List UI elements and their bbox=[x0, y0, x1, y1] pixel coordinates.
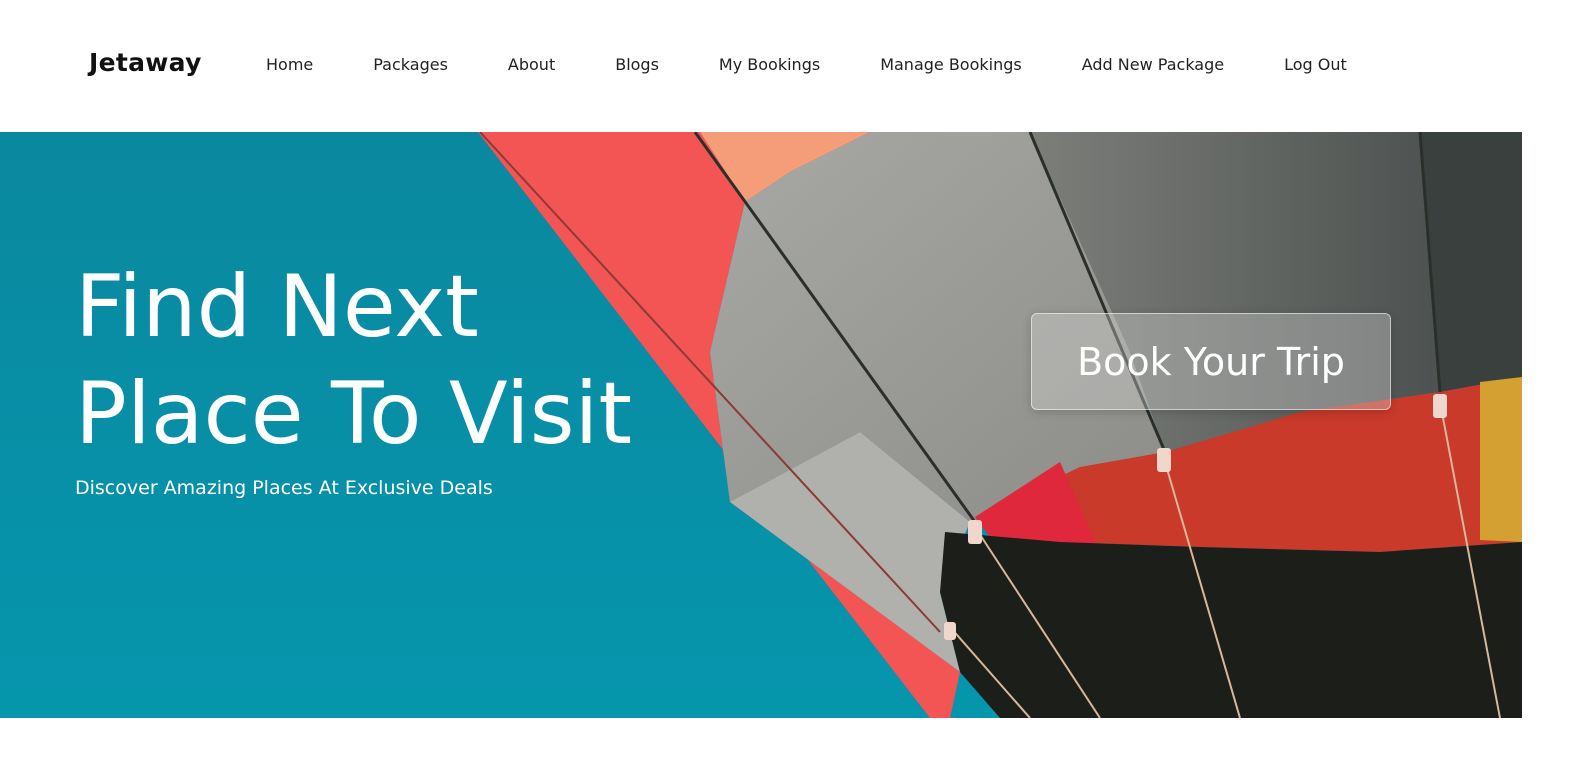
nav-blogs-link[interactable]: Blogs bbox=[615, 55, 659, 74]
brand-logo[interactable]: Jetaway bbox=[89, 48, 202, 77]
hero-subtitle: Discover Amazing Places At Exclusive Dea… bbox=[75, 477, 493, 499]
nav-my-bookings-link[interactable]: My Bookings bbox=[719, 55, 820, 74]
hero-title-line-2: Place To Visit bbox=[75, 364, 633, 464]
nav-about-link[interactable]: About bbox=[508, 55, 555, 74]
main-nav: Home Packages About Blogs My Bookings Ma… bbox=[266, 55, 1407, 74]
nav-packages-link[interactable]: Packages bbox=[373, 55, 448, 74]
nav-log-out-link[interactable]: Log Out bbox=[1284, 55, 1347, 74]
hero-banner: Find Next Place To Visit Discover Amazin… bbox=[0, 132, 1522, 718]
nav-manage-bookings-link[interactable]: Manage Bookings bbox=[880, 55, 1022, 74]
nav-add-new-package-link[interactable]: Add New Package bbox=[1082, 55, 1224, 74]
top-navbar: Jetaway Home Packages About Blogs My Boo… bbox=[0, 0, 1576, 132]
nav-home-link[interactable]: Home bbox=[266, 55, 313, 74]
hero-title: Find Next Place To Visit bbox=[75, 254, 632, 468]
book-your-trip-button[interactable]: Book Your Trip bbox=[1031, 313, 1391, 410]
hero-title-line-1: Find Next bbox=[75, 257, 479, 357]
